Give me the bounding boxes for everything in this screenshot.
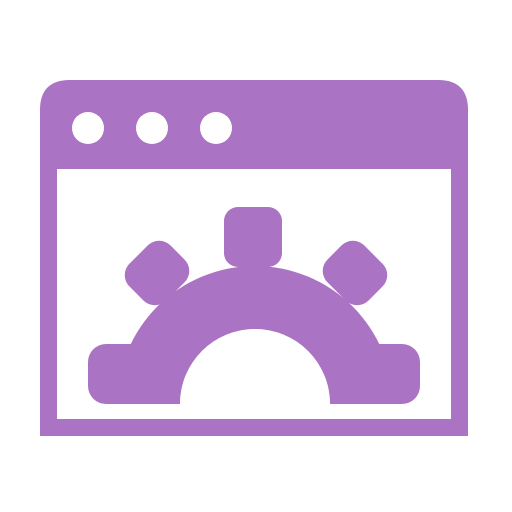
window-dot-3 xyxy=(200,112,232,144)
window-dot-2 xyxy=(136,112,168,144)
gear-tooth-left xyxy=(88,344,150,404)
gear-tooth-right xyxy=(360,344,420,404)
icon-canvas xyxy=(0,0,512,512)
window-dots xyxy=(72,112,232,144)
gear-tooth-top xyxy=(224,207,282,267)
window-dot-1 xyxy=(72,112,104,144)
browser-window-settings-icon xyxy=(40,80,468,436)
